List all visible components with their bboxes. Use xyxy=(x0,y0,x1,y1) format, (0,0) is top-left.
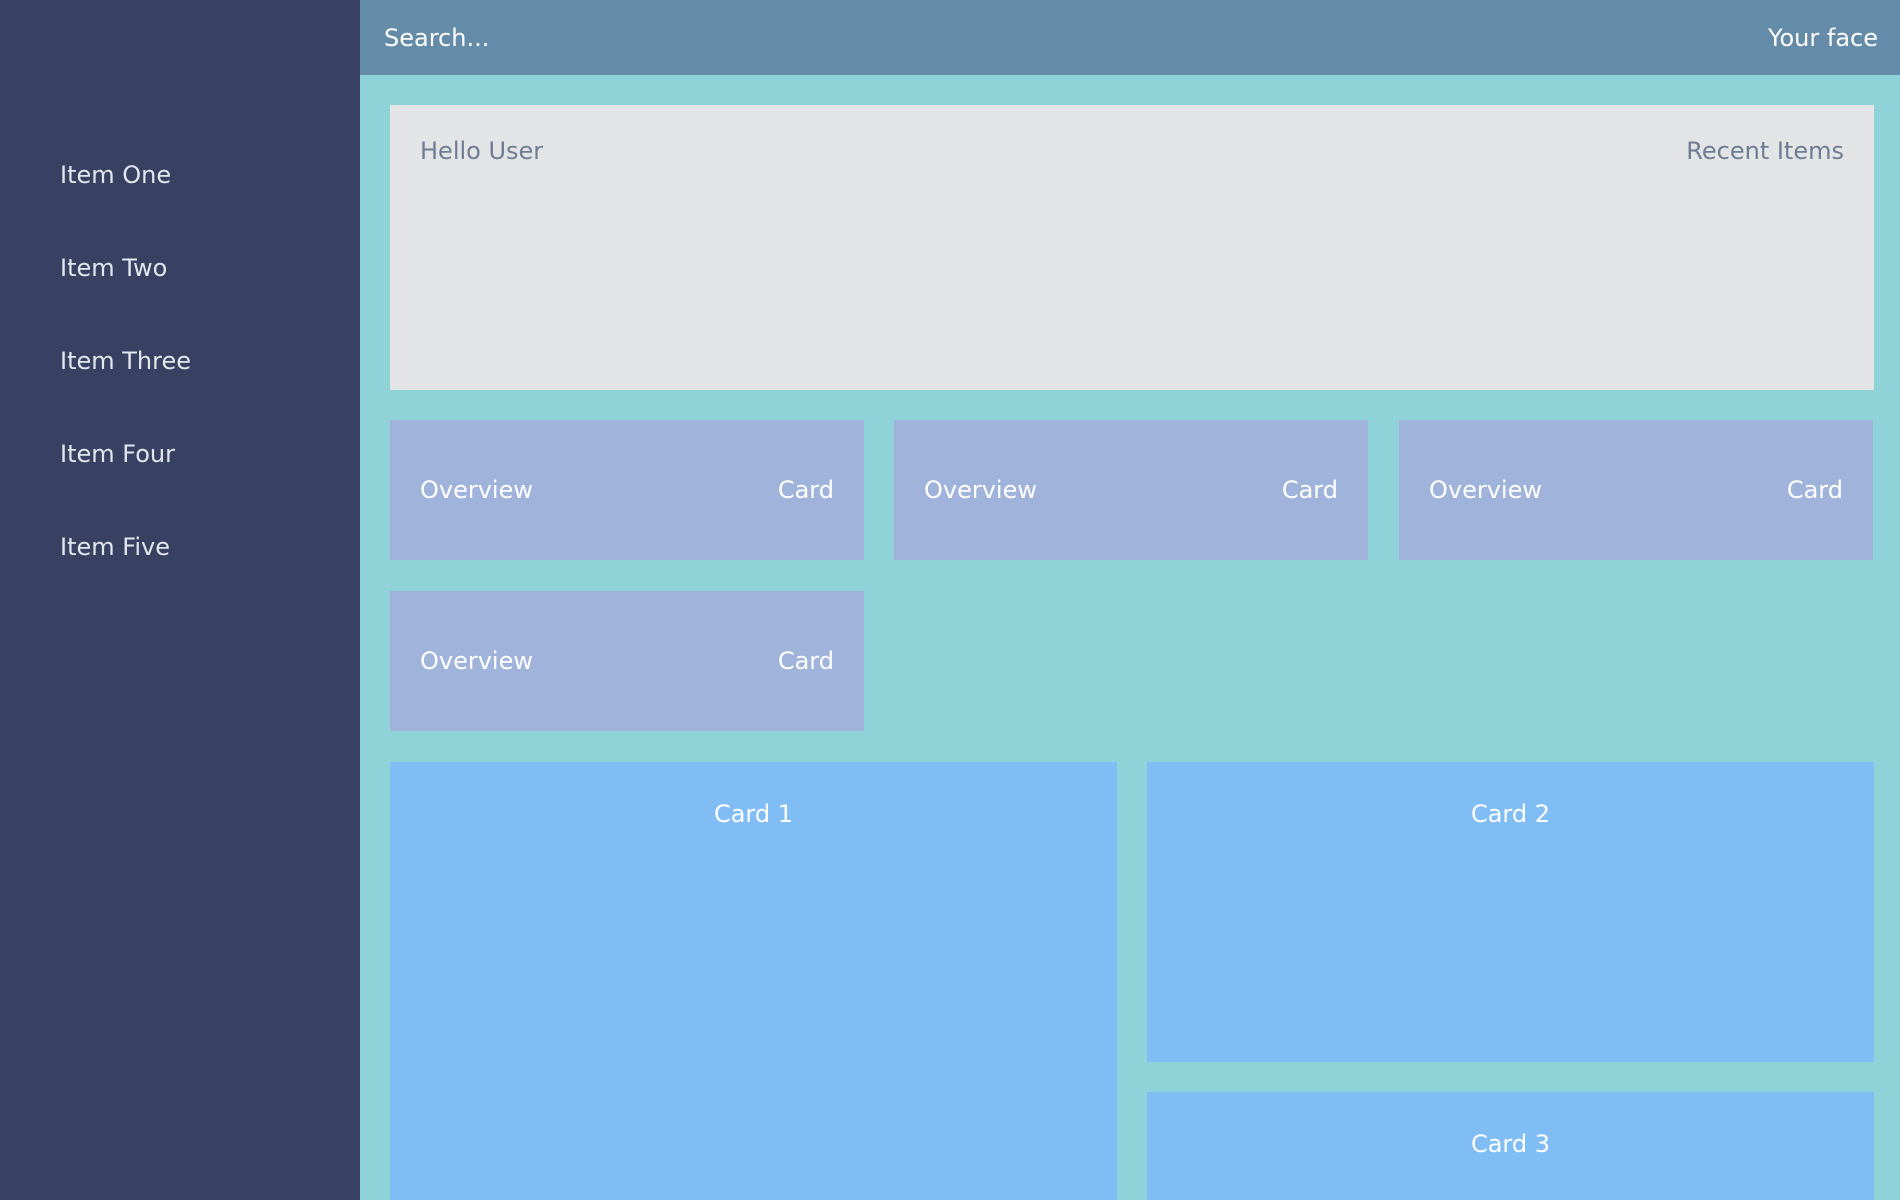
top-bar: Your face xyxy=(360,0,1900,75)
overview-card-title: Overview xyxy=(1429,476,1542,504)
sidebar-item-one[interactable]: Item One xyxy=(60,155,191,248)
welcome-greeting: Hello User xyxy=(420,137,544,165)
app-root: Item One Item Two Item Three Item Four I… xyxy=(0,0,1900,1200)
sidebar-menu: Item One Item Two Item Three Item Four I… xyxy=(60,155,191,620)
card-title: Card 1 xyxy=(713,800,794,828)
overview-card-title: Overview xyxy=(924,476,1037,504)
welcome-panel: Hello User Recent Items xyxy=(390,105,1874,390)
overview-card-label: Card xyxy=(1281,476,1338,504)
overview-card-3[interactable]: Overview Card xyxy=(1399,420,1873,560)
sidebar-item-three[interactable]: Item Three xyxy=(60,341,191,434)
overview-card-label: Card xyxy=(1786,476,1843,504)
overview-card-title: Overview xyxy=(420,647,533,675)
sidebar: Item One Item Two Item Three Item Four I… xyxy=(0,0,360,1200)
card-title: Card 3 xyxy=(1470,1130,1551,1158)
overview-card-label: Card xyxy=(777,647,834,675)
card-1[interactable]: Card 1 xyxy=(390,762,1117,1200)
search-input[interactable] xyxy=(384,23,884,52)
card-2[interactable]: Card 2 xyxy=(1147,762,1874,1062)
sidebar-item-two[interactable]: Item Two xyxy=(60,248,191,341)
sidebar-item-five[interactable]: Item Five xyxy=(60,527,191,620)
user-menu[interactable]: Your face xyxy=(1768,24,1878,52)
card-title: Card 2 xyxy=(1470,800,1551,828)
recent-items-label[interactable]: Recent Items xyxy=(1686,137,1844,390)
overview-card-1[interactable]: Overview Card xyxy=(390,420,864,560)
overview-card-title: Overview xyxy=(420,476,533,504)
overview-card-4[interactable]: Overview Card xyxy=(390,591,864,731)
card-3[interactable]: Card 3 xyxy=(1147,1092,1874,1200)
sidebar-item-four[interactable]: Item Four xyxy=(60,434,191,527)
overview-card-label: Card xyxy=(777,476,834,504)
overview-card-2[interactable]: Overview Card xyxy=(894,420,1368,560)
